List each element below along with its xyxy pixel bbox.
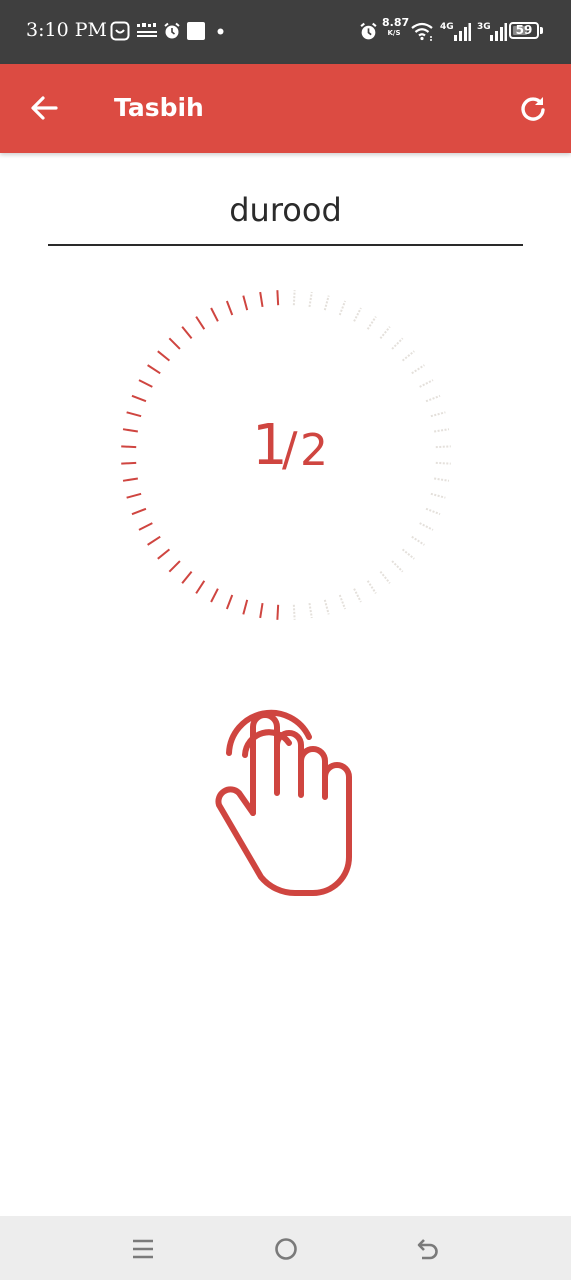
dial-tick-active bbox=[147, 535, 161, 546]
dial-tick-inactive bbox=[411, 535, 425, 546]
dial-tick-inactive bbox=[353, 307, 362, 322]
dial-tick-inactive bbox=[391, 337, 404, 350]
dial-tick-inactive bbox=[366, 316, 377, 330]
dial-tick-active bbox=[157, 548, 171, 560]
dial-tick-inactive bbox=[435, 445, 451, 449]
dial-tick-active bbox=[181, 570, 193, 584]
dial-tick-active bbox=[131, 507, 147, 516]
dial-tick-active bbox=[126, 492, 142, 499]
dial-tick-active bbox=[210, 588, 219, 603]
dial-tick-inactive bbox=[308, 602, 313, 619]
dial-tick-inactive bbox=[338, 300, 347, 316]
dial-tick-active bbox=[131, 394, 147, 403]
dial-tick-inactive bbox=[379, 570, 391, 584]
app-bar: Tasbih bbox=[0, 64, 571, 153]
dial-tick-active bbox=[147, 364, 161, 375]
dial-tick-inactive bbox=[435, 461, 451, 465]
dial-tick-active bbox=[138, 522, 153, 531]
dial-tick-inactive bbox=[323, 599, 330, 615]
dial-tick-inactive bbox=[366, 580, 377, 594]
dial-tick-active bbox=[210, 307, 219, 322]
dial-tick-active bbox=[122, 428, 139, 433]
dial-tick-inactive bbox=[433, 428, 450, 433]
dot-icon bbox=[217, 28, 224, 35]
dial-tick-inactive bbox=[430, 492, 446, 499]
refresh-icon[interactable] bbox=[519, 95, 547, 123]
tasbih-name-input[interactable] bbox=[48, 176, 523, 246]
dial-tick-inactive bbox=[411, 364, 425, 375]
dial-tick-active bbox=[276, 604, 280, 620]
dial-tick-inactive bbox=[391, 560, 404, 573]
dial-tick-inactive bbox=[308, 291, 313, 308]
page-title: Tasbih bbox=[114, 93, 204, 122]
dial-tick-inactive bbox=[425, 507, 441, 516]
dial-tick-active bbox=[225, 594, 234, 610]
dial-tick-active bbox=[157, 350, 171, 362]
dial-tick-inactive bbox=[433, 477, 450, 482]
dial-tick-active bbox=[242, 599, 249, 615]
status-bar: 3:10 PM 8.87 K/S 4G 3G 59 bbox=[0, 0, 571, 64]
home-circle-icon[interactable] bbox=[274, 1237, 298, 1261]
dial-tick-inactive bbox=[419, 379, 434, 388]
status-time: 3:10 PM bbox=[26, 19, 107, 41]
dial-tick-inactive bbox=[425, 394, 441, 403]
arrow-left-icon[interactable] bbox=[30, 95, 58, 121]
dial-tick-active bbox=[259, 291, 264, 308]
dial-tick-inactive bbox=[379, 326, 391, 340]
alarm-icon bbox=[360, 22, 377, 40]
wifi-icon bbox=[411, 22, 433, 41]
dial-tick-inactive bbox=[419, 522, 434, 531]
net-speed-value: 8.87 bbox=[382, 16, 410, 29]
dial-tick-inactive bbox=[338, 594, 347, 610]
signal-bars-icon bbox=[454, 23, 471, 41]
dial-tick-active bbox=[138, 379, 153, 388]
back-return-icon[interactable] bbox=[416, 1237, 440, 1261]
tap-hand-icon[interactable] bbox=[205, 685, 365, 905]
dial-tick-active bbox=[122, 477, 139, 482]
dial-tick-active bbox=[259, 602, 264, 619]
dial-tick-inactive bbox=[292, 604, 296, 620]
dial-tick-active bbox=[181, 326, 193, 340]
system-nav-bar bbox=[0, 1216, 571, 1280]
dial-tick-active bbox=[242, 295, 249, 311]
dial-tick-active bbox=[195, 580, 206, 594]
dial-tick-inactive bbox=[323, 295, 330, 311]
dial-tick-active bbox=[121, 445, 137, 449]
count-total: 2 bbox=[300, 425, 328, 476]
dial-tick-inactive bbox=[401, 350, 415, 362]
dial-tick-inactive bbox=[430, 411, 446, 418]
battery-tip bbox=[540, 27, 543, 34]
temu-icon bbox=[137, 23, 157, 37]
dial-tick-active bbox=[195, 316, 206, 330]
dial-tick-inactive bbox=[401, 548, 415, 560]
chat-bubble-icon bbox=[110, 21, 130, 41]
dial-tick-inactive bbox=[353, 588, 362, 603]
square-app-icon bbox=[187, 22, 205, 40]
dial-tick-active bbox=[126, 411, 142, 418]
dial-tick-active bbox=[121, 461, 137, 465]
signal-1-label: 4G bbox=[440, 22, 454, 32]
dial-tick-active bbox=[276, 290, 280, 306]
signal-bars-icon bbox=[490, 23, 507, 41]
battery-level: 59 bbox=[515, 23, 533, 37]
net-speed: 8.87 K/S bbox=[382, 16, 410, 38]
dial-tick-active bbox=[225, 300, 234, 316]
dial-tick-inactive bbox=[292, 290, 296, 306]
count-separator: / bbox=[282, 422, 298, 476]
battery-icon: 59 bbox=[509, 22, 539, 39]
dial-tick-active bbox=[168, 560, 181, 573]
menu-icon[interactable] bbox=[132, 1238, 154, 1260]
net-speed-unit: K/S bbox=[387, 29, 401, 37]
dial-tick-active bbox=[168, 337, 181, 350]
count-current: 1 bbox=[252, 413, 288, 478]
alarm-icon bbox=[164, 22, 180, 39]
